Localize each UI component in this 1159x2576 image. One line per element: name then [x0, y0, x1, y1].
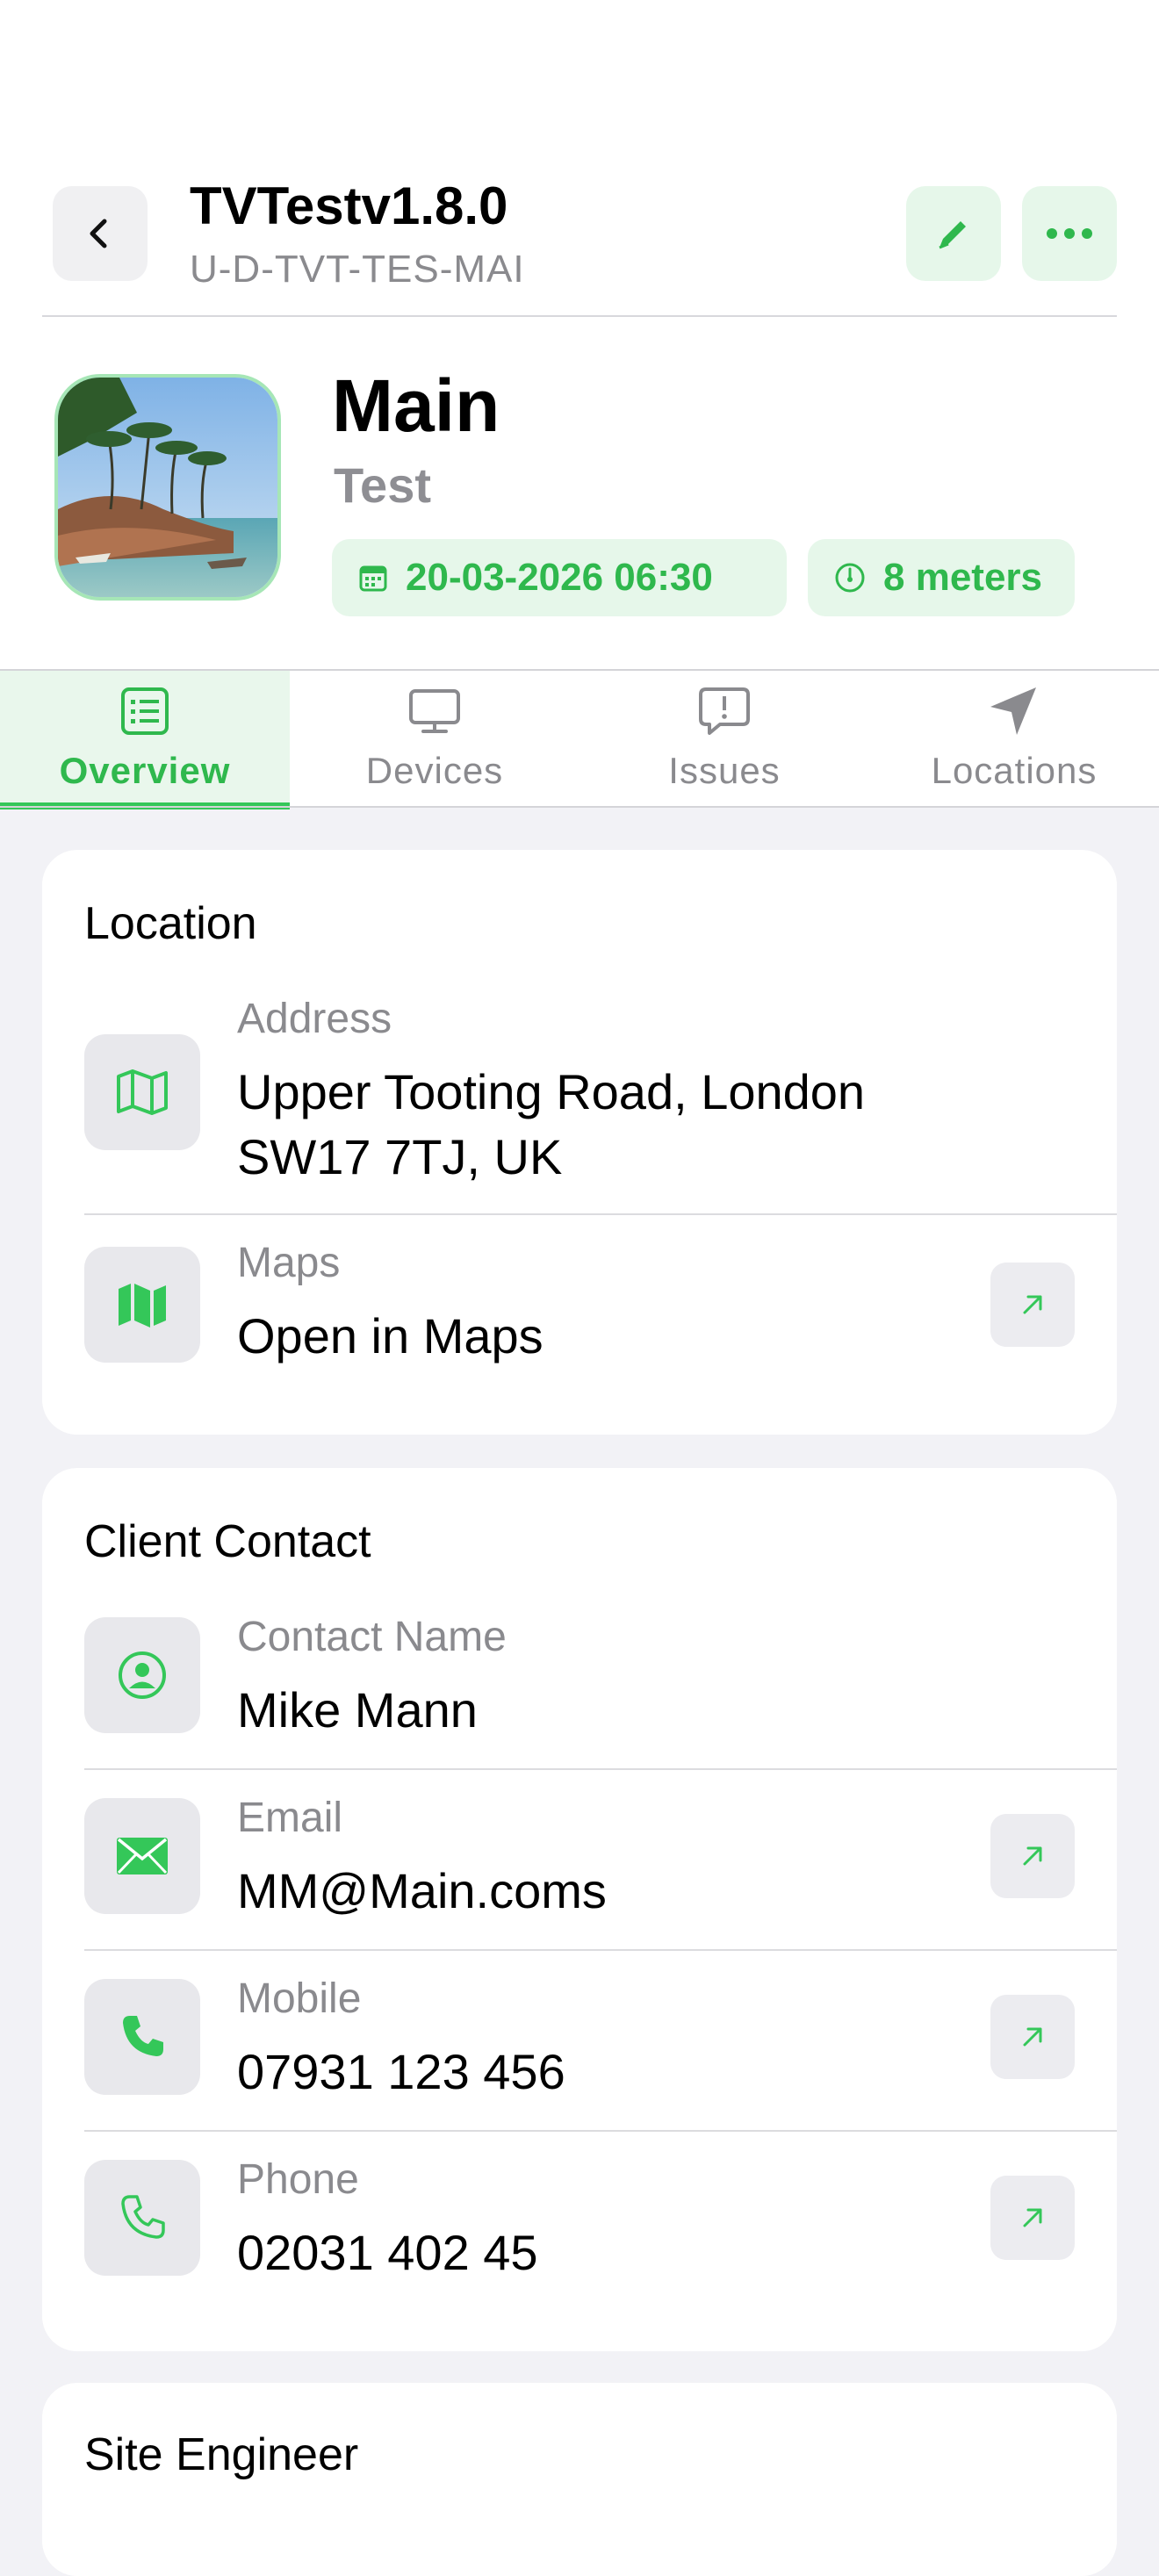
site-code: U-D-TVT-TES-MAI — [190, 248, 525, 291]
address-icon-box — [84, 1034, 200, 1150]
site-name: Main — [332, 364, 500, 447]
email-label: Email — [237, 1795, 343, 1841]
mobile-label: Mobile — [237, 1975, 362, 2022]
ellipsis-icon — [1047, 228, 1092, 239]
phone-filled-icon — [123, 2016, 163, 2056]
edit-button[interactable] — [906, 186, 1001, 281]
tab-issues[interactable]: Issues — [580, 671, 869, 806]
header-divider — [42, 315, 1117, 317]
datetime-text: 20-03-2026 06:30 — [406, 556, 713, 599]
envelope-icon — [117, 1838, 168, 1874]
address-line-1: Upper Tooting Road, London — [237, 1064, 866, 1119]
map-outline-icon — [117, 1069, 168, 1115]
address-label: Address — [237, 996, 392, 1042]
open-maps-button[interactable] — [990, 1263, 1075, 1347]
call-phone-button[interactable] — [990, 2176, 1075, 2260]
contact-name-label: Contact Name — [237, 1614, 507, 1660]
site-subtitle: Test — [334, 457, 431, 513]
monitor-icon — [409, 689, 460, 733]
email-icon-box — [84, 1798, 200, 1914]
tab-overview-label: Overview — [59, 750, 231, 791]
maps-label: Maps — [237, 1240, 341, 1286]
tab-devices[interactable]: Devices — [290, 671, 580, 806]
row-divider — [84, 1768, 1117, 1770]
page-title: TVTestv1.8.0 — [190, 176, 508, 235]
back-button[interactable] — [53, 186, 148, 281]
beach-photo-image — [58, 378, 277, 597]
list-icon — [121, 687, 169, 735]
alert-bubble-icon — [699, 687, 750, 735]
person-circle-icon — [119, 1651, 166, 1699]
location-arrow-icon — [990, 687, 1036, 735]
chevron-left-icon — [90, 219, 107, 248]
tab-devices-label: Devices — [365, 750, 504, 791]
phone-icon-box — [84, 2160, 200, 2276]
distance-chip: 8 meters — [808, 539, 1075, 616]
pencil-icon — [939, 221, 966, 249]
call-mobile-button[interactable] — [990, 1995, 1075, 2079]
tab-locations-label: Locations — [931, 750, 1098, 791]
maps-value[interactable]: Open in Maps — [237, 1305, 544, 1368]
mobile-icon-box — [84, 1979, 200, 2095]
client-contact-card: Client Contact Contact Name Mike Mann Em… — [42, 1468, 1117, 2351]
arrow-up-right-icon — [1023, 1295, 1042, 1314]
site-engineer-title: Site Engineer — [84, 2429, 359, 2480]
arrow-up-right-icon — [1023, 2208, 1042, 2227]
calendar-icon — [359, 565, 387, 592]
arrow-up-right-icon — [1023, 2027, 1042, 2047]
more-button[interactable] — [1022, 186, 1117, 281]
site-engineer-card: Site Engineer — [42, 2383, 1117, 2576]
site-photo[interactable] — [54, 374, 281, 601]
row-divider — [84, 1949, 1117, 1951]
tab-bar: Overview Devices Issues Locations — [0, 671, 1159, 809]
distance-text: 8 meters — [883, 556, 1043, 599]
location-card: Location Address Upper Tooting Road, Lon… — [42, 850, 1117, 1435]
contact-name-value: Mike Mann — [237, 1682, 478, 1738]
open-email-button[interactable] — [990, 1814, 1075, 1898]
phone-value[interactable]: 02031 402 45 — [237, 2221, 538, 2285]
row-divider — [84, 1213, 1117, 1215]
gauge-icon — [835, 563, 865, 593]
tab-issues-label: Issues — [668, 750, 781, 791]
tab-locations[interactable]: Locations — [869, 671, 1159, 806]
phone-outline-icon — [121, 2195, 165, 2239]
maps-icon-box — [84, 1247, 200, 1363]
client-contact-title: Client Contact — [84, 1516, 371, 1567]
phone-label: Phone — [237, 2156, 359, 2203]
row-divider — [84, 2130, 1117, 2132]
location-card-title: Location — [84, 898, 257, 949]
tabs-divider-bottom — [0, 806, 1159, 808]
datetime-chip: 20-03-2026 06:30 — [332, 539, 787, 616]
address-line-2: SW17 7TJ, UK — [237, 1129, 563, 1184]
email-value[interactable]: MM@Main.coms — [237, 1860, 607, 1923]
tab-overview[interactable]: Overview — [0, 671, 290, 809]
contact-icon-box — [84, 1617, 200, 1733]
mobile-value[interactable]: 07931 123 456 — [237, 2040, 565, 2104]
arrow-up-right-icon — [1023, 1846, 1042, 1866]
map-filled-icon — [119, 1284, 166, 1328]
